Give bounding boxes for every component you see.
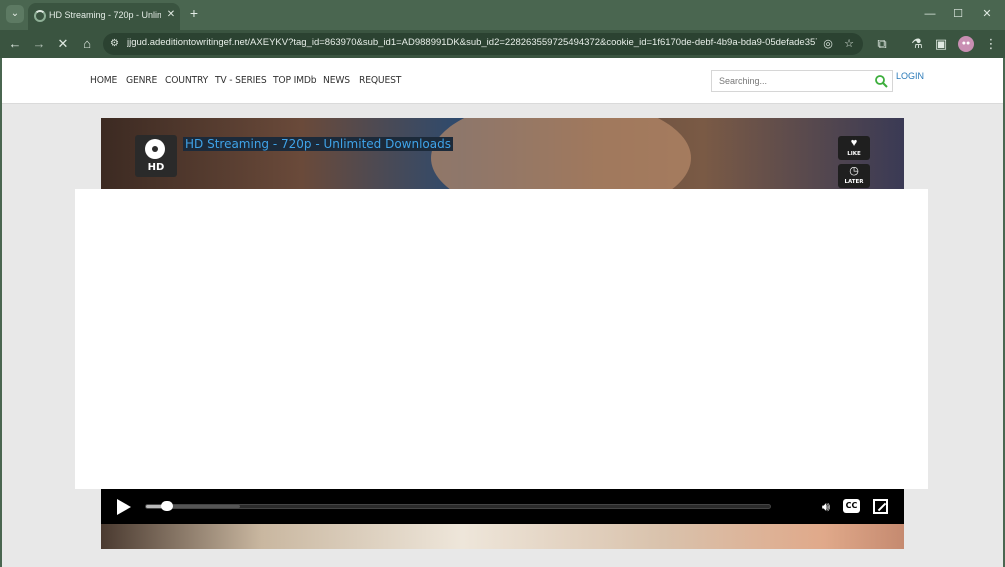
home-icon[interactable]: ⌂ bbox=[78, 35, 96, 53]
nav-genre[interactable]: GENRE bbox=[126, 75, 157, 89]
overlay-ad-box[interactable] bbox=[75, 189, 928, 489]
address-url[interactable]: jjgud.adeditiontowritingef.net/AXEYKV?ta… bbox=[127, 37, 817, 51]
search-input[interactable] bbox=[712, 71, 870, 91]
kebab-menu-icon[interactable]: ⋮ bbox=[982, 35, 1000, 53]
browser-tab[interactable]: HD Streaming - 720p - Unlimited Download… bbox=[28, 3, 180, 30]
nav-request[interactable]: REQUEST bbox=[359, 75, 401, 89]
film-reel-icon bbox=[145, 139, 165, 159]
page-viewport: HOME GENRE COUNTRY TV - SERIES TOP IMDb … bbox=[2, 58, 1003, 567]
fullscreen-icon[interactable] bbox=[873, 499, 888, 514]
close-icon[interactable]: ✕ bbox=[165, 8, 177, 22]
site-info-icon[interactable]: ⚙ bbox=[110, 37, 122, 51]
video-frame-bottom bbox=[101, 524, 904, 549]
flask-icon[interactable]: ⚗ bbox=[908, 35, 926, 53]
login-link[interactable]: LOGIN bbox=[896, 71, 924, 81]
loading-spinner-icon bbox=[34, 10, 46, 22]
browser-tab-strip: ⌄ HD Streaming - 720p - Unlimited Downlo… bbox=[0, 0, 1005, 30]
new-tab-button[interactable]: + bbox=[186, 5, 202, 21]
tab-title: HD Streaming - 720p - Unlimited Download… bbox=[49, 10, 161, 20]
nav-country[interactable]: COUNTRY bbox=[165, 75, 208, 89]
puzzle-icon[interactable]: ⧉ bbox=[873, 35, 891, 53]
avatar[interactable]: ●● bbox=[958, 36, 974, 52]
stop-loading-icon[interactable]: ✕ bbox=[54, 35, 72, 53]
hd-logo-text: HD bbox=[147, 162, 165, 173]
minimize-icon[interactable]: — bbox=[922, 6, 938, 22]
video-title[interactable]: HD Streaming - 720p - Unlimited Download… bbox=[183, 137, 453, 151]
clock-icon: ◷ bbox=[849, 165, 859, 177]
browser-toolbar: ← → ✕ ⌂ ⚙ jjgud.adeditiontowritingef.net… bbox=[0, 30, 1005, 58]
player-controls: 🔊︎ CC bbox=[101, 489, 904, 524]
side-panel-icon[interactable]: ▣ bbox=[932, 35, 950, 53]
watch-later-button[interactable]: ◷ LATER bbox=[838, 164, 870, 188]
play-icon[interactable] bbox=[117, 499, 131, 515]
chevron-down-icon[interactable]: ⌄ bbox=[6, 5, 24, 23]
maximize-icon[interactable]: ☐ bbox=[950, 6, 966, 22]
hd-logo: HD bbox=[135, 135, 177, 177]
progress-handle[interactable] bbox=[160, 501, 173, 511]
nav-tv-series[interactable]: TV - SERIES bbox=[215, 75, 267, 89]
address-bar[interactable]: ⚙ jjgud.adeditiontowritingef.net/AXEYKV?… bbox=[103, 33, 863, 55]
nav-home[interactable]: HOME bbox=[90, 75, 117, 89]
site-search bbox=[711, 70, 893, 92]
later-label: LATER bbox=[844, 179, 864, 185]
closed-captions-icon[interactable]: CC bbox=[843, 499, 860, 513]
volume-icon[interactable]: 🔊︎ bbox=[817, 498, 835, 515]
like-label: LIKE bbox=[847, 151, 861, 157]
nav-top-imdb[interactable]: TOP IMDb bbox=[273, 75, 317, 89]
site-header: HOME GENRE COUNTRY TV - SERIES TOP IMDb … bbox=[2, 58, 1003, 104]
progress-bar[interactable] bbox=[145, 501, 771, 511]
heart-icon: ♥ bbox=[850, 137, 858, 149]
search-icon[interactable] bbox=[874, 74, 888, 88]
window-close-icon[interactable]: ✕ bbox=[979, 6, 995, 22]
nav-news[interactable]: NEWS bbox=[323, 75, 350, 89]
eye-off-icon[interactable]: ◎ bbox=[820, 36, 836, 52]
star-icon[interactable]: ☆ bbox=[841, 36, 857, 52]
like-button[interactable]: ♥ LIKE bbox=[838, 136, 870, 160]
forward-arrow-icon[interactable]: → bbox=[30, 35, 48, 53]
back-arrow-icon[interactable]: ← bbox=[6, 35, 24, 53]
